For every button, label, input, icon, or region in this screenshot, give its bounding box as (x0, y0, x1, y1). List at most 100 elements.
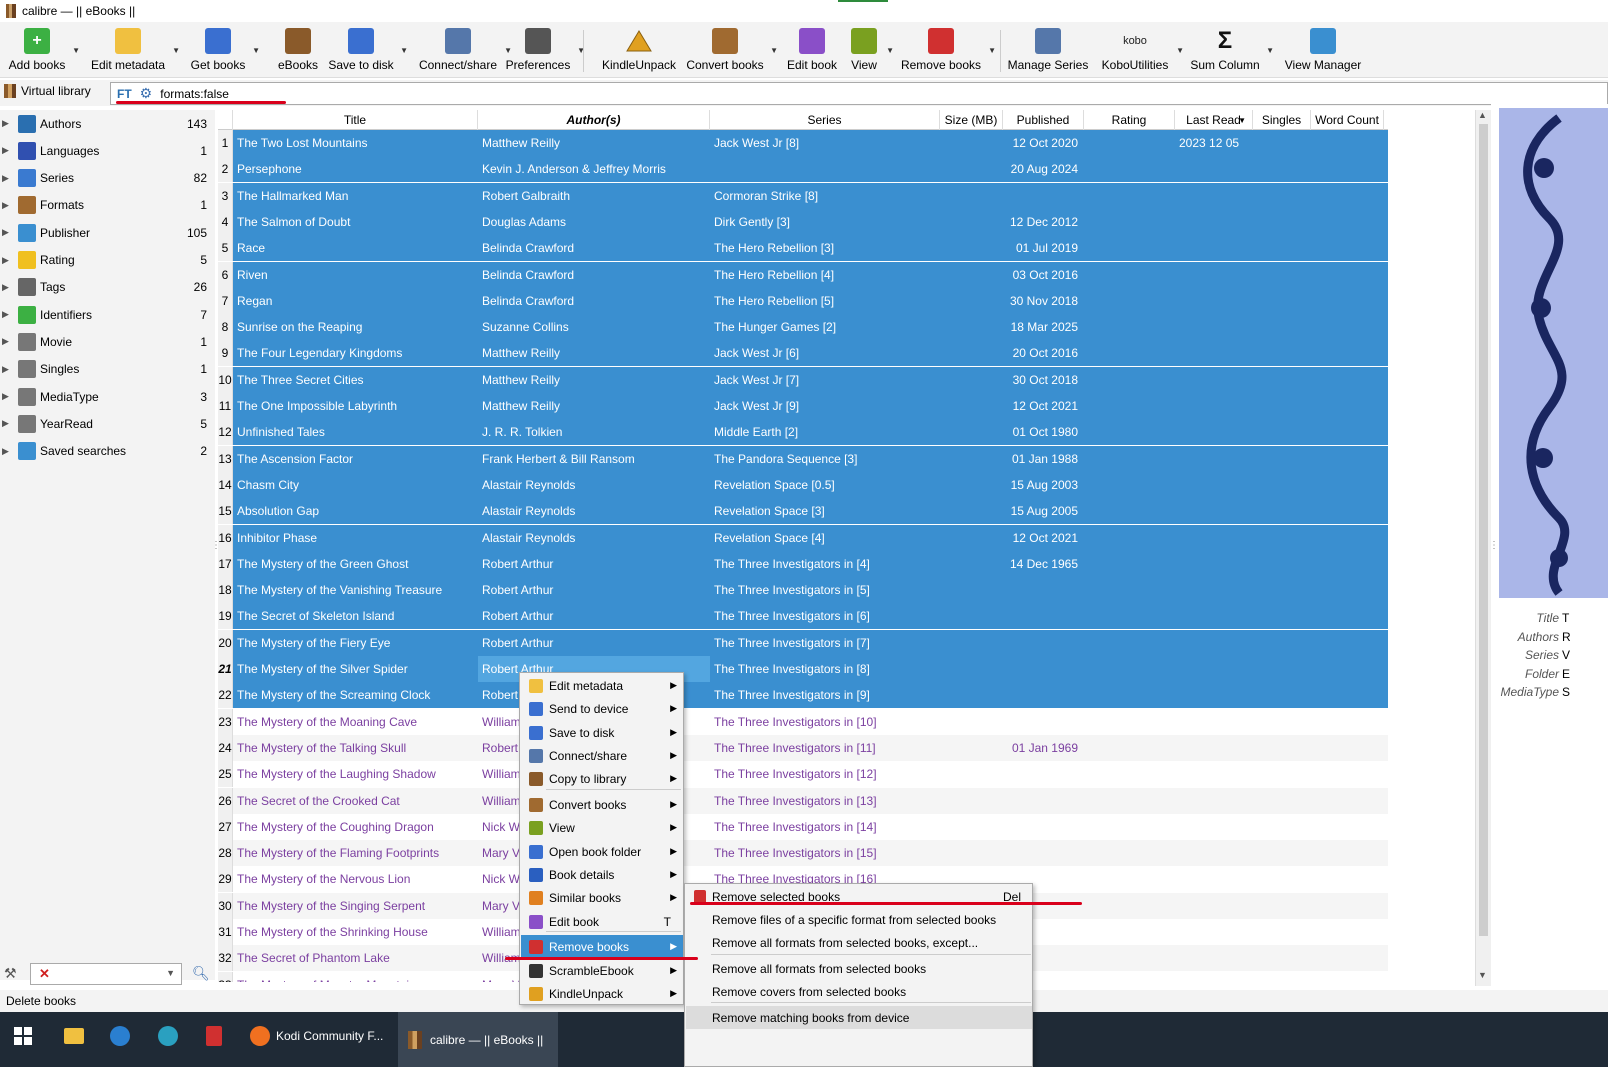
table-row[interactable]: 9 The Four Legendary Kingdoms Matthew Reil… (218, 340, 1388, 367)
expand-arrow-icon[interactable]: ▶ (2, 145, 12, 156)
search-settings-gear-icon[interactable]: ⚙ (140, 85, 153, 102)
toolbar-button-sum-column[interactable]: Σ Sum Column ▼ (1190, 24, 1274, 76)
column-header-singles[interactable]: Singles (1253, 110, 1311, 130)
book-detail-value[interactable]: S (1562, 685, 1570, 699)
toolbar-button-view-manager[interactable]: View Manager (1283, 24, 1363, 76)
tag-browser-item-saved-searches[interactable]: ▶ Saved searches 2 (0, 438, 215, 465)
book-detail-value[interactable]: T (1562, 611, 1569, 625)
toolbar-button-manage-series[interactable]: Manage Series (1008, 24, 1088, 76)
column-header-series[interactable]: Series (710, 110, 940, 130)
toolbar-button-remove-books[interactable]: Remove books ▼ (900, 24, 996, 76)
menu-item-scrambleebook[interactable]: ScrambleEbook ▶ (521, 959, 683, 982)
table-row[interactable]: 22 The Mystery of the Screaming Clock Robe… (218, 682, 1388, 709)
menu-item-remove-books[interactable]: Remove books ▶ (521, 935, 683, 958)
menu-item-kindleunpack[interactable]: KindleUnpack ▶ (521, 982, 683, 1005)
panel-splitter-handle[interactable]: ⋮ (1489, 540, 1499, 551)
column-header-size-mb-[interactable]: Size (MB) (940, 110, 1003, 130)
menu-item-book-details[interactable]: Book details ▶ (521, 863, 683, 886)
table-row[interactable]: 24 The Mystery of the Talking Skull Robert… (218, 734, 1388, 761)
table-row[interactable]: 28 The Mystery of the Flaming Footprints M… (218, 840, 1388, 867)
expand-arrow-icon[interactable]: ▶ (2, 391, 12, 402)
table-row[interactable]: 21 The Mystery of the Silver Spider Robert… (218, 656, 1388, 682)
expand-arrow-icon[interactable]: ▶ (2, 309, 12, 320)
chevron-down-icon[interactable]: ▼ (1176, 46, 1184, 55)
toolbar-button-kindleunpack[interactable]: KindleUnpack (598, 24, 680, 76)
tag-browser-item-movie[interactable]: ▶ Movie 1 (0, 328, 215, 355)
toolbar-button-edit-book[interactable]: Edit book (786, 24, 838, 76)
toolbar-button-ebooks[interactable]: eBooks (278, 24, 318, 76)
book-detail-value[interactable]: E (1562, 667, 1570, 681)
column-header-author-s-[interactable]: Author(s) (478, 110, 710, 130)
tag-browser-item-rating[interactable]: ▶ Rating 5 (0, 247, 215, 274)
expand-arrow-icon[interactable]: ▶ (2, 418, 12, 429)
expand-arrow-icon[interactable]: ▶ (2, 364, 12, 375)
table-row[interactable]: 15 Absolution Gap Alastair Reynolds Revelat… (218, 498, 1388, 525)
browser-icon[interactable] (110, 1022, 130, 1050)
table-row[interactable]: 7 Regan Belinda Crawford The Hero Rebellion… (218, 287, 1388, 314)
toolbar-button-edit-metadata[interactable]: Edit metadata ▼ (90, 24, 180, 76)
expand-arrow-icon[interactable]: ▶ (2, 255, 12, 266)
chevron-down-icon[interactable]: ▼ (252, 46, 260, 55)
search-input[interactable]: FT ⚙ formats:false (110, 82, 1608, 105)
table-row[interactable]: 19 The Secret of Skeleton Island Robert Ar… (218, 603, 1388, 630)
left-splitter-handle[interactable]: ⋮ (211, 540, 221, 551)
table-row[interactable]: 27 The Mystery of the Coughing Dragon Nick… (218, 813, 1388, 840)
menu-item-open-book-folder[interactable]: Open book folder ▶ (521, 840, 683, 863)
toolbar-button-get-books[interactable]: Get books ▼ (190, 24, 260, 76)
column-header-rating[interactable]: Rating (1084, 110, 1175, 130)
edge-icon[interactable] (158, 1022, 178, 1050)
table-row[interactable]: 23 The Mystery of the Moaning Cave William… (218, 708, 1388, 735)
chevron-down-icon[interactable]: ▼ (166, 968, 175, 978)
chevron-down-icon[interactable]: ▼ (1266, 46, 1274, 55)
column-header-title[interactable]: Title (233, 110, 478, 130)
menu-item-save-to-disk[interactable]: Save to disk ▶ (521, 721, 683, 744)
toolbar-button-koboutilities[interactable]: kobo KoboUtilities ▼ (1100, 24, 1184, 76)
tag-browser-item-publisher[interactable]: ▶ Publisher 105 (0, 219, 215, 246)
expand-arrow-icon[interactable]: ▶ (2, 446, 12, 457)
table-row[interactable]: 6 Riven Belinda Crawford The Hero Rebellion… (218, 261, 1388, 288)
chevron-down-icon[interactable]: ▼ (400, 46, 408, 55)
table-row[interactable]: 25 The Mystery of the Laughing Shadow Will… (218, 761, 1388, 788)
table-row[interactable]: 4 The Salmon of Doubt Douglas Adams Dirk Ge… (218, 208, 1388, 235)
expand-arrow-icon[interactable]: ▶ (2, 227, 12, 238)
tag-browser-item-languages[interactable]: ▶ Languages 1 (0, 137, 215, 164)
menu-item-send-to-device[interactable]: Send to device ▶ (521, 697, 683, 720)
submenu-item-remove-all-formats-from-selected-books[interactable]: Remove all formats from selected books (686, 957, 1032, 980)
tag-browser-item-series[interactable]: ▶ Series 82 (0, 165, 215, 192)
windows-start-icon[interactable] (14, 1022, 32, 1050)
menu-item-view[interactable]: View ▶ (521, 816, 683, 839)
submenu-item-remove-matching-books-from-device[interactable]: Remove matching books from device (686, 1006, 1032, 1029)
column-header-last-read[interactable]: Last Read ▼ (1175, 110, 1253, 130)
expand-arrow-icon[interactable]: ▶ (2, 200, 12, 211)
table-row[interactable]: 1 The Two Lost Mountains Matthew Reilly Jac… (218, 130, 1388, 156)
tag-browser-item-tags[interactable]: ▶ Tags 26 (0, 274, 215, 301)
scroll-thumb[interactable] (1479, 124, 1488, 936)
table-row[interactable]: 3 The Hallmarked Man Robert Galbraith Cormo… (218, 182, 1388, 209)
clear-x-icon[interactable]: ✕ (39, 966, 50, 982)
chevron-down-icon[interactable]: ▼ (886, 46, 894, 55)
menu-item-connect-share[interactable]: Connect/share ▶ (521, 744, 683, 767)
column-header-word-count[interactable]: Word Count (1311, 110, 1384, 130)
table-row[interactable]: 18 The Mystery of the Vanishing Treasure R… (218, 577, 1388, 604)
expand-arrow-icon[interactable]: ▶ (2, 336, 12, 347)
file-explorer-icon[interactable] (64, 1022, 84, 1050)
table-row[interactable]: 14 Chasm City Alastair Reynolds Revelation … (218, 471, 1388, 498)
toolbar-button-add-books[interactable]: + Add books ▼ (8, 24, 80, 76)
taskbar-item-firefox[interactable]: Kodi Community F... (250, 1022, 390, 1050)
expand-arrow-icon[interactable]: ▶ (2, 282, 12, 293)
expand-arrow-icon[interactable]: ▶ (2, 173, 12, 184)
book-cover[interactable] (1499, 108, 1608, 598)
chevron-down-icon[interactable]: ▼ (72, 46, 80, 55)
menu-item-edit-book[interactable]: Edit book T (521, 910, 683, 933)
book-detail-value[interactable]: R (1562, 630, 1571, 644)
tag-browser-item-singles[interactable]: ▶ Singles 1 (0, 356, 215, 383)
submenu-item-remove-files-of-a-specific-format-from-selected-books[interactable]: Remove files of a specific format from s… (686, 908, 1032, 931)
table-row[interactable]: 2 Persephone Kevin J. Anderson & Jeffrey M… (218, 156, 1388, 183)
toolbar-button-connect-share[interactable]: Connect/share ▼ (418, 24, 512, 76)
scroll-up-arrow-icon[interactable]: ▲ (1478, 110, 1487, 120)
column-header-published[interactable]: Published (1003, 110, 1084, 130)
find-search-icon[interactable]: 🔍︎ (192, 965, 210, 982)
configure-tools-icon[interactable]: ⚒ (4, 965, 17, 982)
table-row[interactable]: 16 Inhibitor Phase Alastair Reynolds Revela… (218, 524, 1388, 551)
table-row[interactable]: 12 Unfinished Tales J. R. R. Tolkien Middle… (218, 419, 1388, 446)
